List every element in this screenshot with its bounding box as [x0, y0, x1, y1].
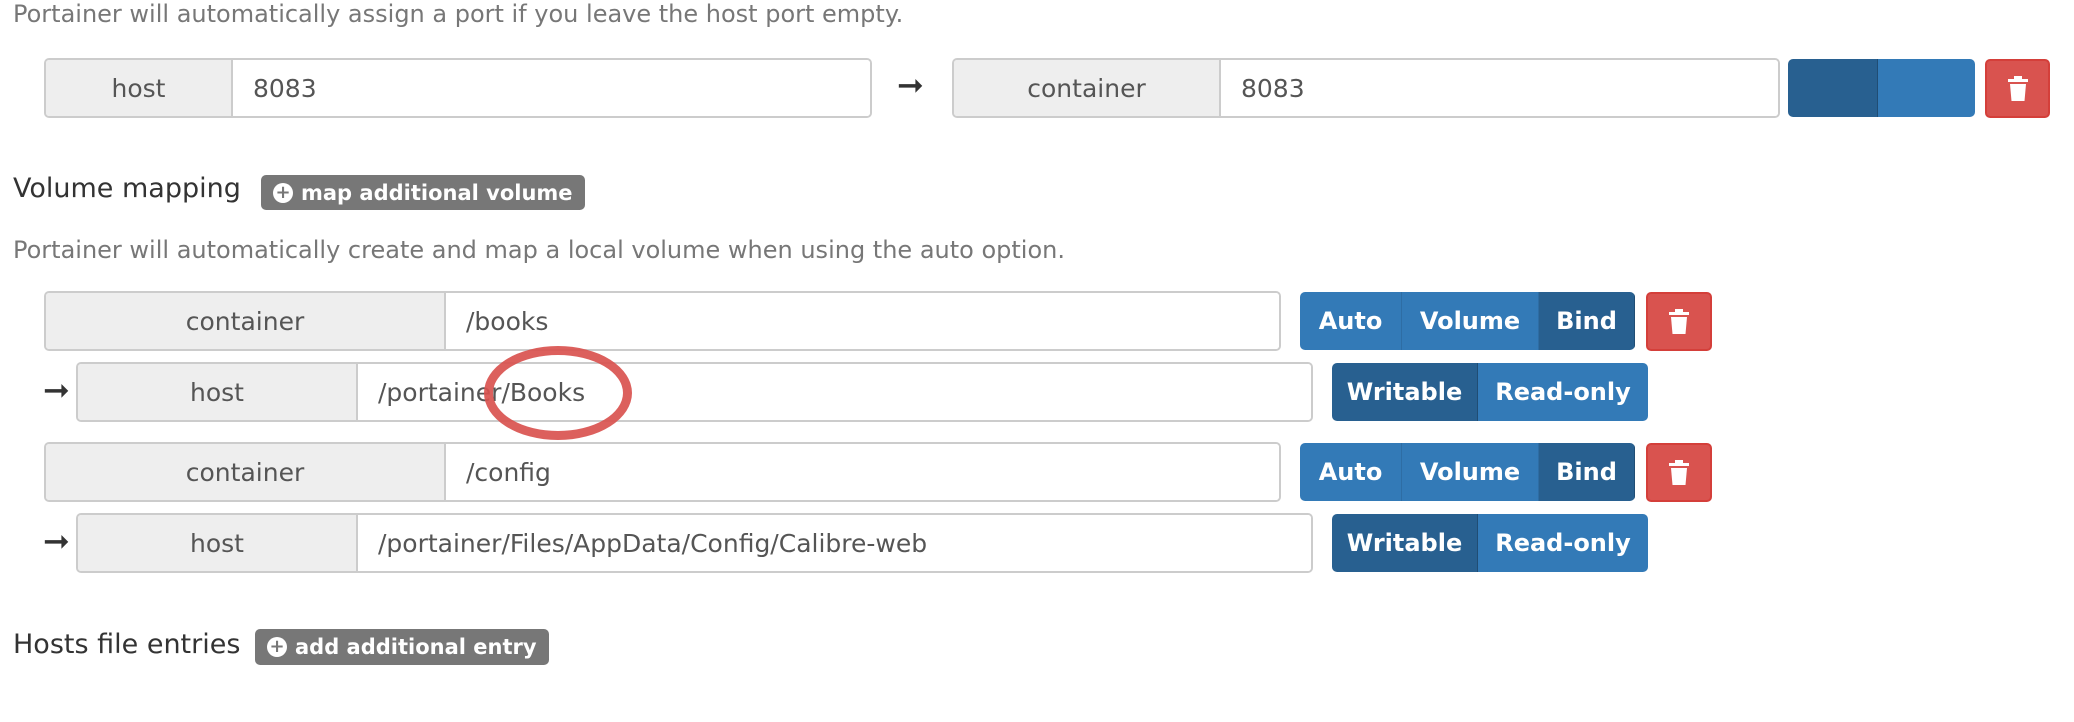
volume-1-container-input[interactable]: /books — [446, 293, 1279, 349]
add-additional-entry-label: add additional entry — [295, 635, 537, 659]
add-additional-entry-button[interactable]: + add additional entry — [255, 629, 549, 665]
map-additional-volume-label: map additional volume — [301, 180, 573, 205]
volume-2-host-addon: host — [78, 515, 358, 571]
volume-1-type-toggle: Auto Volume Bind — [1300, 292, 1635, 350]
volume-2-container-input-group: container /config — [44, 442, 1281, 502]
protocol-toggle — [1788, 59, 1975, 117]
hosts-file-title: Hosts file entries — [13, 629, 241, 660]
volume-1-readonly-button[interactable]: Read-only — [1478, 363, 1648, 421]
port-container-input[interactable]: 8083 — [1221, 60, 1778, 116]
trash-icon — [2007, 75, 2028, 101]
plus-circle-icon: + — [273, 182, 293, 203]
volume-1-auto-button[interactable]: Auto — [1300, 292, 1402, 350]
protocol-udp-button[interactable] — [1878, 59, 1975, 117]
protocol-tcp-button[interactable] — [1788, 59, 1878, 117]
volume-2-readonly-button[interactable]: Read-only — [1478, 514, 1648, 572]
volume-mapping-title: Volume mapping — [13, 173, 241, 204]
remove-volume-1-button[interactable] — [1646, 292, 1712, 351]
volume-2-container-input[interactable]: /config — [446, 444, 1279, 500]
volume-2-volume-button[interactable]: Volume — [1402, 443, 1539, 501]
volume-1-access-toggle: Writable Read-only — [1332, 363, 1648, 421]
volume-1-host-addon: host — [78, 364, 358, 420]
volume-2-container-addon: container — [46, 444, 446, 500]
volume-2-host-input[interactable]: /portainer/Files/AppData/Config/Calibre-… — [358, 515, 1311, 571]
volume-2-type-toggle: Auto Volume Bind — [1300, 443, 1635, 501]
plus-circle-icon: + — [267, 637, 287, 657]
volume-2-writable-button[interactable]: Writable — [1332, 514, 1478, 572]
right-arrow-icon: ➞ — [43, 522, 70, 560]
right-arrow-icon: ➞ — [43, 371, 70, 409]
remove-volume-2-button[interactable] — [1646, 443, 1712, 502]
port-help-text: Portainer will automatically assign a po… — [13, 0, 904, 28]
port-container-addon: container — [954, 60, 1221, 116]
port-host-input[interactable]: 8083 — [233, 60, 870, 116]
volume-2-auto-button[interactable]: Auto — [1300, 443, 1402, 501]
remove-port-button[interactable] — [1985, 59, 2050, 118]
volume-2-host-input-group: host /portainer/Files/AppData/Config/Cal… — [76, 513, 1313, 573]
volume-1-container-input-group: container /books — [44, 291, 1281, 351]
map-additional-volume-button[interactable]: + map additional volume — [261, 175, 585, 210]
volume-1-volume-button[interactable]: Volume — [1402, 292, 1539, 350]
port-container-input-group: container 8083 — [952, 58, 1780, 118]
volume-1-host-input[interactable]: /portainer/Books — [358, 364, 1311, 420]
right-arrow-icon: ➞ — [897, 66, 924, 104]
volume-1-bind-button[interactable]: Bind — [1539, 292, 1635, 350]
volume-help-text: Portainer will automatically create and … — [13, 236, 1065, 264]
port-host-addon: host — [46, 60, 233, 116]
volume-2-bind-button[interactable]: Bind — [1539, 443, 1635, 501]
volume-1-host-input-group: host /portainer/Books — [76, 362, 1313, 422]
volume-1-container-addon: container — [46, 293, 446, 349]
volume-2-access-toggle: Writable Read-only — [1332, 514, 1648, 572]
trash-icon — [1669, 308, 1689, 334]
port-host-input-group: host 8083 — [44, 58, 872, 118]
trash-icon — [1669, 459, 1689, 485]
volume-1-writable-button[interactable]: Writable — [1332, 363, 1478, 421]
